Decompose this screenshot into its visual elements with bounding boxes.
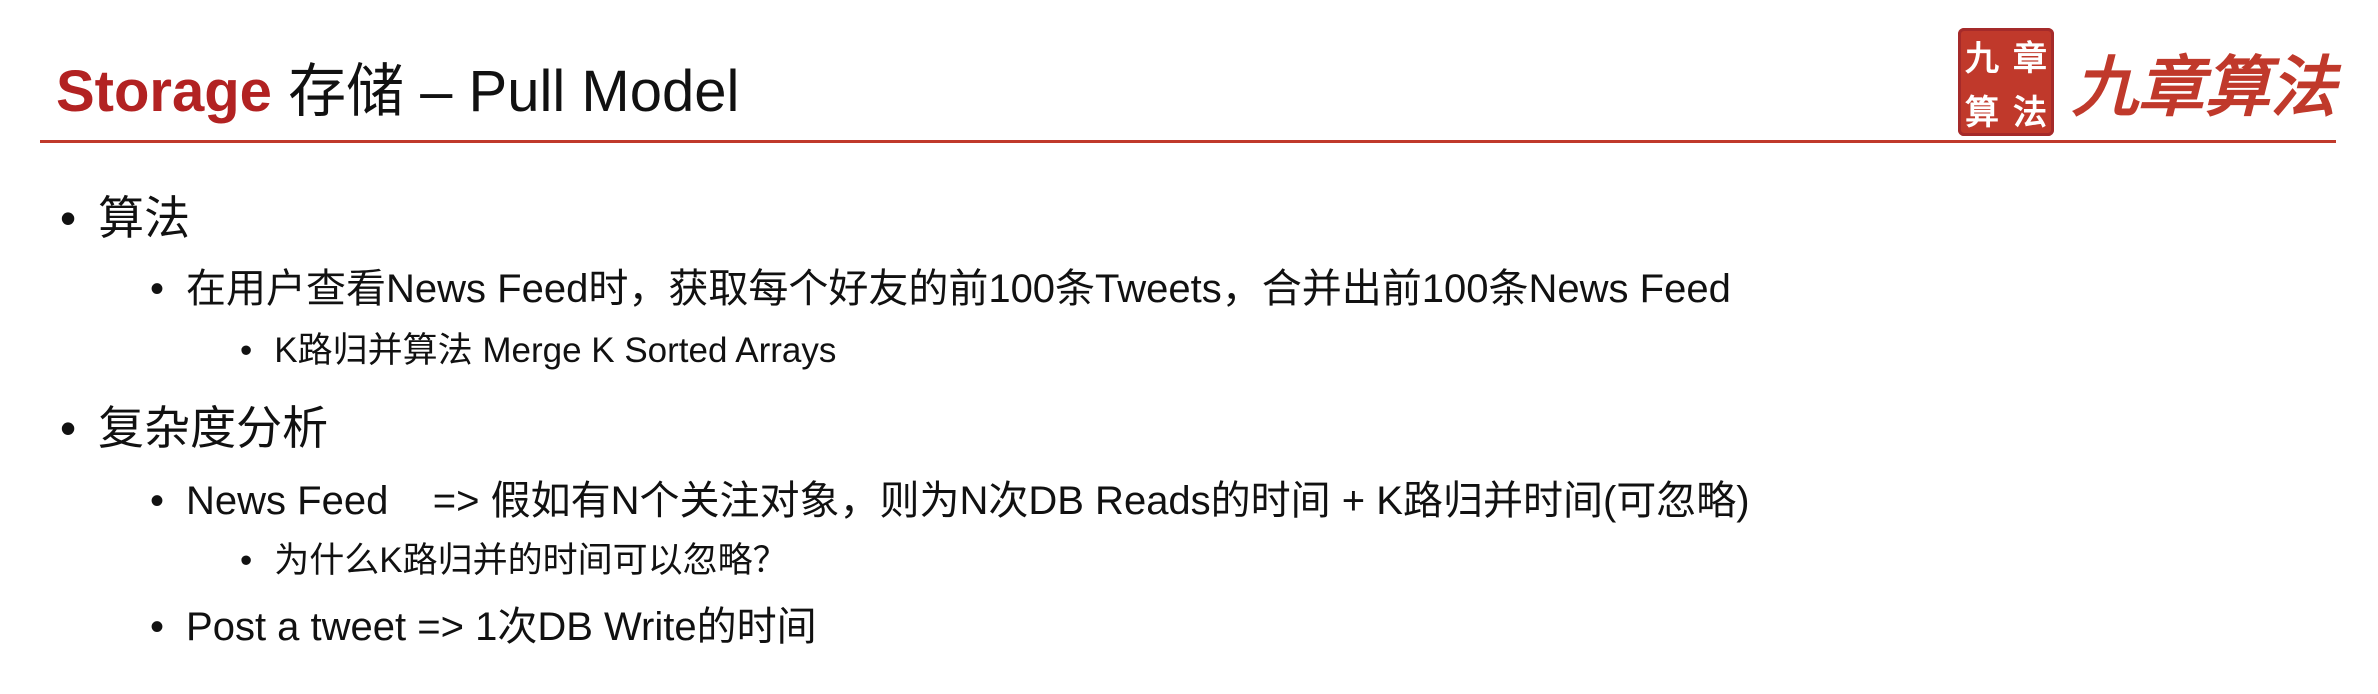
bullet-item: • 复杂度分析 xyxy=(60,392,328,458)
bullet-text: News Feed => 假如有N个关注对象，则为N次DB Reads的时间 +… xyxy=(186,479,1750,523)
title-rest: 存储 – Pull Model xyxy=(271,59,740,124)
bullet-dot-icon: • xyxy=(240,541,253,580)
bullet-dot-icon: • xyxy=(60,402,77,454)
bullet-text: 为什么K路归并的时间可以忽略？ xyxy=(274,541,788,580)
bullet-text: 复杂度分析 xyxy=(98,402,329,454)
title-divider xyxy=(40,140,2336,143)
bullet-item: • 为什么K路归并的时间可以忽略？ xyxy=(240,532,788,583)
bullet-item: • News Feed => 假如有N个关注对象，则为N次DB Reads的时间… xyxy=(150,468,1750,526)
bullet-item: • Post a tweet => 1次DB Write的时间 xyxy=(150,594,817,652)
logo-wordmark-text: 九章算法 xyxy=(2072,48,2336,126)
slide-title: Storage 存储 – Pull Model xyxy=(56,56,739,128)
bullet-item: • K路归并算法 Merge K Sorted Arrays xyxy=(240,322,836,373)
bullet-dot-icon: • xyxy=(60,192,77,244)
bullet-dot-icon: • xyxy=(240,331,253,370)
seal-char: 章 xyxy=(2013,38,2047,79)
bullet-text: Post a tweet => 1次DB Write的时间 xyxy=(186,605,817,649)
bullet-text: K路归并算法 Merge K Sorted Arrays xyxy=(274,331,837,370)
bullet-dot-icon: • xyxy=(150,605,165,649)
seal-char: 算 xyxy=(1965,92,1999,133)
logo-seal: 九 章 算 法 xyxy=(1958,28,2054,136)
title-accent: Storage xyxy=(56,59,272,124)
seal-char: 九 xyxy=(1965,38,1999,79)
bullet-dot-icon: • xyxy=(150,267,165,311)
seal-char: 法 xyxy=(2013,92,2047,133)
bullet-item: • 算法 xyxy=(60,182,190,248)
bullet-text: 在用户查看News Feed时，获取每个好友的前100条Tweets，合并出前1… xyxy=(186,267,1731,311)
bullet-dot-icon: • xyxy=(150,479,165,523)
brand-logo: 九 章 算 法 九章算法 xyxy=(1958,28,2336,136)
bullet-item: • 在用户查看News Feed时，获取每个好友的前100条Tweets，合并出… xyxy=(150,256,1731,314)
logo-wordmark: 九章算法 xyxy=(2072,34,2336,130)
bullet-text: 算法 xyxy=(98,192,191,244)
